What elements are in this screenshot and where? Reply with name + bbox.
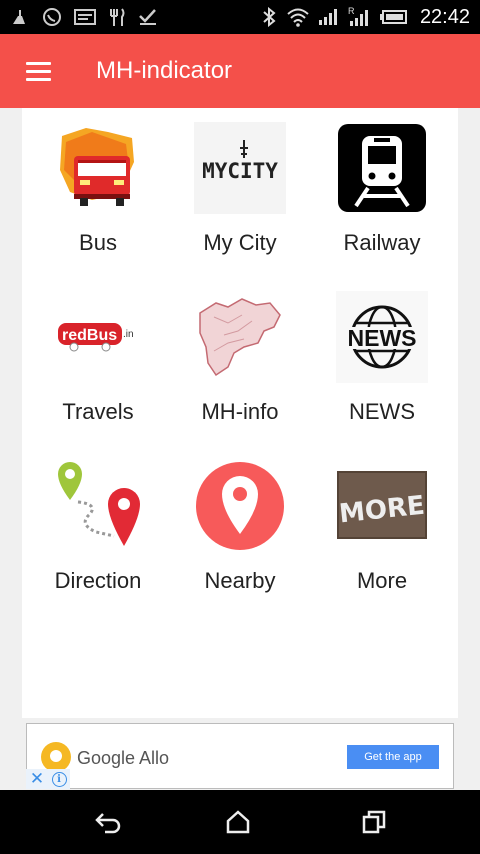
- recents-icon[interactable]: [352, 802, 396, 842]
- restaurant-icon: [110, 8, 125, 26]
- nav-bar: [0, 790, 480, 854]
- grid-item-label: Bus: [79, 230, 117, 255]
- roaming-signal-icon: R: [348, 6, 368, 26]
- grid-item-label: More: [356, 568, 408, 593]
- info-icon-label: i: [51, 771, 67, 787]
- mycity-icon: MYCITY: [194, 122, 286, 214]
- grid-item-bus[interactable]: Bus: [28, 122, 168, 282]
- status-bar: R 22:42: [0, 0, 480, 34]
- news-icon-text: NEWS: [348, 325, 417, 351]
- direction-pins-icon: [52, 460, 144, 552]
- battery-icon: [379, 10, 407, 24]
- app-bar: MH-indicator: [0, 34, 480, 108]
- ad-brand: Google Allo: [77, 748, 170, 768]
- info-icon[interactable]: i: [48, 769, 70, 789]
- redbus-icon-suffix: .in: [123, 329, 134, 340]
- grid-item-label: My City: [203, 230, 277, 255]
- ad-banner[interactable]: Google Allo Get the app: [26, 723, 454, 789]
- close-icon[interactable]: ✕: [26, 769, 48, 789]
- mycity-icon-text: MYCITY: [202, 159, 278, 183]
- grid-item-more[interactable]: MORE More: [312, 460, 452, 620]
- svg-text:R: R: [348, 6, 355, 16]
- redbus-icon-text: redBus: [62, 327, 117, 344]
- maharashtra-map-icon: [194, 291, 286, 383]
- get-the-app-button[interactable]: Get the app: [347, 745, 439, 769]
- check-icon: [139, 9, 156, 25]
- google-allo-logo-icon: [41, 742, 71, 772]
- grid-item-label: Railway: [343, 230, 421, 255]
- grid-item-label: Nearby: [204, 568, 276, 593]
- home-icon[interactable]: [216, 802, 260, 842]
- bus-icon: [52, 122, 144, 214]
- clean-icon: [13, 10, 25, 24]
- app-title: MH-indicator: [96, 57, 233, 84]
- train-icon: [336, 122, 428, 214]
- location-pin-icon: [194, 460, 286, 552]
- wifi-icon: [287, 8, 309, 27]
- main-grid: Bus MYCITY My City Railway redBus .in Tr…: [22, 108, 458, 718]
- signal-icon: [318, 9, 337, 25]
- grid-item-label: Direction: [54, 568, 142, 593]
- grid-item-label: MH-info: [201, 399, 279, 424]
- grid-item-label: NEWS: [349, 399, 415, 424]
- news-globe-icon: NEWS: [336, 291, 428, 383]
- more-banner-icon: MORE: [336, 460, 428, 552]
- back-icon[interactable]: [86, 802, 130, 842]
- grid-item-travels[interactable]: redBus .in Travels: [28, 291, 168, 451]
- bluetooth-icon: [263, 7, 276, 27]
- status-left-icons: [10, 7, 158, 27]
- redbus-icon: redBus .in: [52, 291, 144, 383]
- grid-item-direction[interactable]: Direction: [28, 460, 168, 620]
- grid-item-news[interactable]: NEWS NEWS: [312, 291, 452, 451]
- grid-item-nearby[interactable]: Nearby: [170, 460, 310, 620]
- grid-item-my-city[interactable]: MYCITY My City: [170, 122, 310, 282]
- grid-item-label: Travels: [62, 399, 134, 424]
- status-right-icons: R 22:42: [260, 6, 470, 29]
- grid-item-mh-info[interactable]: MH-info: [170, 291, 310, 451]
- whatsapp-icon: [43, 8, 61, 26]
- hamburger-menu-icon[interactable]: [0, 34, 76, 108]
- grid-item-railway[interactable]: Railway: [312, 122, 452, 282]
- message-icon: [74, 9, 96, 25]
- status-time: 22:42: [419, 5, 470, 28]
